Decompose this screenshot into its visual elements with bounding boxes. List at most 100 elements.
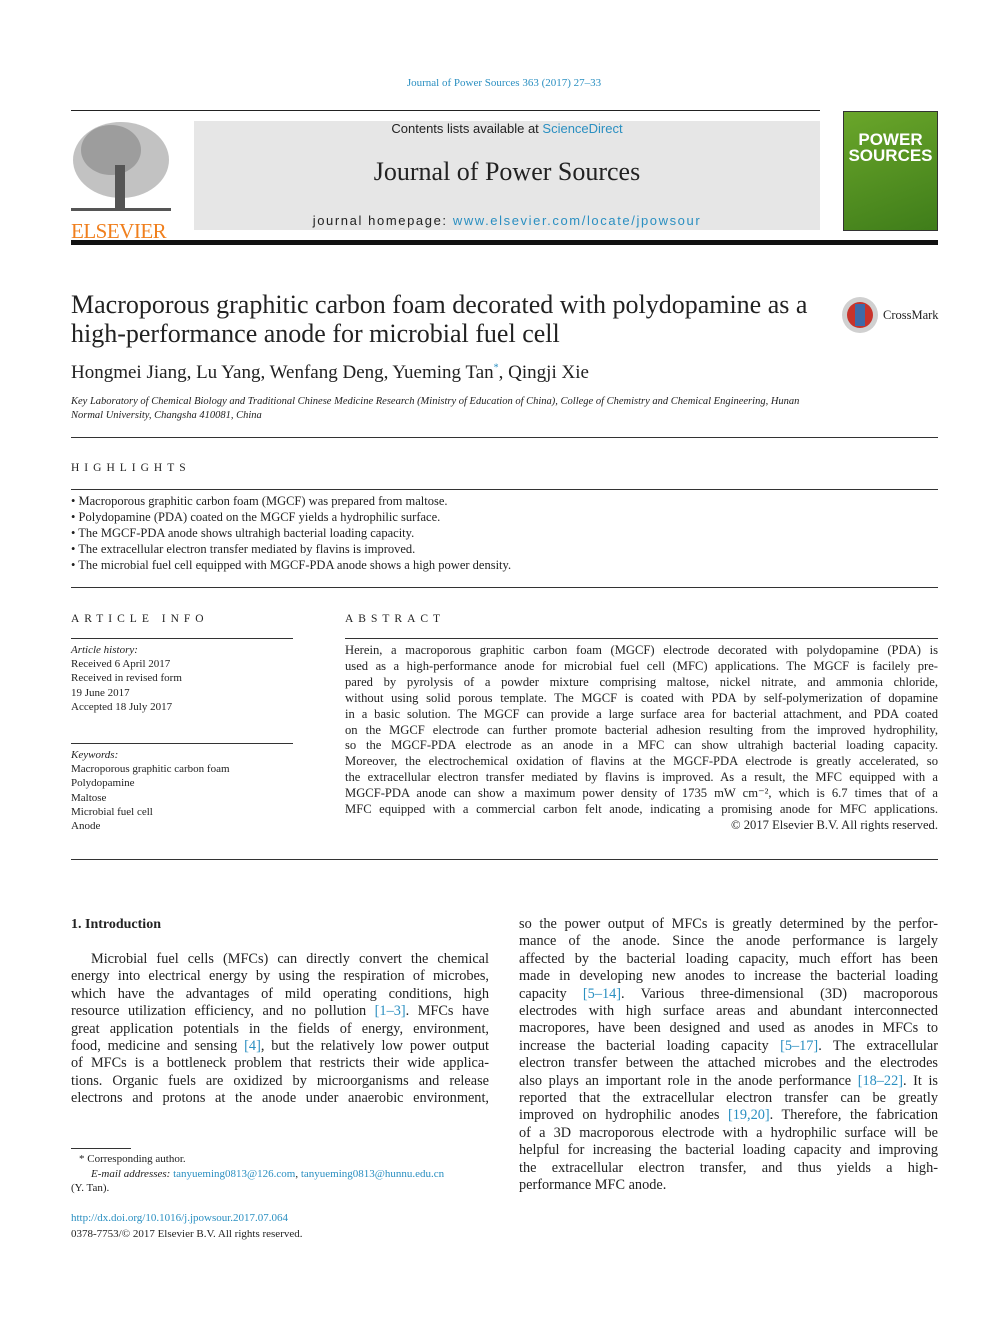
- author-initials: (Y. Tan).: [71, 1182, 110, 1194]
- highlight-item: • Polydopamine (PDA) coated on the MGCF …: [71, 510, 441, 524]
- history-item: 19 June 2017: [71, 686, 130, 699]
- sciencedirect-link[interactable]: ScienceDirect: [542, 121, 622, 136]
- contents-label: Contents lists available at: [391, 121, 543, 136]
- text-line: tions. Organic fuels are oxidized by mic…: [71, 1072, 489, 1089]
- text-line: so the MGCF-PDA electrode as an anode in…: [345, 738, 938, 753]
- divider: [71, 859, 938, 860]
- divider: [71, 110, 820, 111]
- abstract-copyright: © 2017 Elsevier B.V. All rights reserved…: [731, 817, 938, 832]
- citation-link[interactable]: [5–14]: [583, 986, 621, 1002]
- keywords: Keywords: Macroporous graphitic carbon f…: [71, 748, 230, 833]
- intro-left-column: Microbial fuel cells (MFCs) can directly…: [71, 951, 489, 1108]
- text-line: improved on hydrophilic anodes [19,20]. …: [519, 1107, 938, 1124]
- highlight-text: The extracellular electron transfer medi…: [78, 542, 416, 556]
- text-line: made in developing new anodes to increas…: [519, 968, 938, 985]
- text-line: great application potentials in the fiel…: [71, 1020, 489, 1037]
- text-line: which have the advantages of mild operat…: [71, 985, 489, 1002]
- text-line: capacity [5–14]. Various three-dimension…: [519, 985, 938, 1002]
- text-line: of MFCs is a bottleneck problem that res…: [71, 1055, 489, 1072]
- text-line: mance of the anode. Since the anode perf…: [519, 933, 938, 950]
- text-line: MGCF-PDA anode can show a maximum power …: [345, 786, 938, 801]
- text-line: macropores, have been designed and used …: [519, 1020, 938, 1037]
- history-item: Received 6 April 2017: [71, 658, 171, 671]
- intro-right-column: so the power output of MFCs is greatly d…: [519, 916, 938, 1195]
- history-label: Article history:: [71, 644, 138, 656]
- text-line: without using solid porous template. The…: [345, 690, 938, 705]
- journal-masthead: Contents lists available at ScienceDirec…: [194, 121, 820, 230]
- text-line: Herein, a macroporous graphitic carbon f…: [345, 643, 938, 657]
- footnote-rule: [71, 1148, 131, 1149]
- highlight-item: • The extracellular electron transfer me…: [71, 542, 416, 556]
- highlight-item: • The microbial fuel cell equipped with …: [71, 558, 512, 572]
- crossmark-button[interactable]: CrossMark: [841, 296, 939, 334]
- text-line: on the MGCF electrode can further promot…: [345, 722, 938, 737]
- divider: [71, 638, 293, 639]
- text-line: affected by the bacterial loading capaci…: [519, 950, 938, 967]
- text-line: also plays an important role in the anod…: [519, 1072, 938, 1089]
- highlight-text: Polydopamine (PDA) coated on the MGCF yi…: [78, 510, 441, 524]
- text-line: reported that the extracellular electron…: [519, 1090, 938, 1107]
- elsevier-logo: ELSEVIER: [71, 120, 171, 242]
- citation-link[interactable]: [4]: [244, 1038, 261, 1054]
- text-line: increase the bacterial loading capacity …: [519, 1037, 938, 1054]
- text-line: resource utilization efficiency, and no …: [71, 1003, 490, 1020]
- authors: Hongmei Jiang, Lu Yang, Wenfang Deng, Yu…: [71, 362, 494, 383]
- keyword: Macroporous graphitic carbon foam: [71, 763, 230, 776]
- citation-link[interactable]: [5–17]: [780, 1038, 818, 1054]
- text-line: pared by pyrolysis of a powder mixture c…: [345, 674, 938, 689]
- highlight-text: Macroporous graphitic carbon foam (MGCF)…: [78, 494, 448, 508]
- keyword: Anode: [71, 820, 101, 833]
- highlight-text: The microbial fuel cell equipped with MG…: [78, 558, 512, 572]
- text-line: helpful for increasing the bacterial loa…: [519, 1142, 938, 1159]
- divider: [71, 587, 938, 588]
- email-link[interactable]: tanyueming0813@126.com: [173, 1168, 295, 1180]
- header-rule: [71, 240, 938, 245]
- article-title: Macroporous graphitic carbon foam decora…: [71, 290, 808, 348]
- corresponding-author-note: * Corresponding author.: [79, 1153, 186, 1165]
- abstract-heading: ABSTRACT: [345, 613, 446, 625]
- text-line: performance MFC anode.: [519, 1177, 667, 1194]
- tree-logo-icon: [71, 122, 171, 211]
- keyword: Microbial fuel cell: [71, 805, 153, 818]
- doi-link[interactable]: http://dx.doi.org/10.1016/j.jpowsour.201…: [71, 1211, 303, 1227]
- doi-block: http://dx.doi.org/10.1016/j.jpowsour.201…: [71, 1211, 303, 1242]
- affiliation: Key Laboratory of Chemical Biology and T…: [71, 396, 800, 421]
- contents-line: Contents lists available at ScienceDirec…: [194, 121, 820, 136]
- crossmark-icon: [842, 297, 878, 333]
- citation-link[interactable]: [18–22]: [858, 1073, 903, 1089]
- divider: [71, 489, 938, 490]
- keyword: Polydopamine: [71, 777, 135, 790]
- highlights-list: • Macroporous graphitic carbon foam (MGC…: [71, 493, 511, 573]
- highlights-heading: HIGHLIGHTS: [71, 462, 191, 474]
- homepage-link[interactable]: www.elsevier.com/locate/jpowsour: [453, 213, 701, 228]
- citation-link[interactable]: [1–3]: [375, 1003, 406, 1019]
- text-line: electrons and protons at the anode under…: [71, 1090, 489, 1107]
- text-line: energy into electrical energy by using t…: [71, 968, 489, 985]
- email-link[interactable]: tanyueming0813@hunnu.edu.cn: [301, 1168, 444, 1180]
- highlight-text: The MGCF-PDA anode shows ultrahigh bacte…: [78, 526, 415, 540]
- text-line: MFC equipped with a commercial carbon fe…: [345, 802, 938, 817]
- text-line: electron transfer between the attached m…: [519, 1055, 938, 1072]
- article-info-heading: ARTICLE INFO: [71, 613, 209, 625]
- text-line: the extracellular electron transfer, and…: [519, 1159, 938, 1176]
- text-line: the extracellular electron transfer medi…: [345, 770, 938, 785]
- text-line: electrodes with high surface areas and a…: [519, 1003, 938, 1020]
- author-list: Hongmei Jiang, Lu Yang, Wenfang Deng, Yu…: [71, 362, 589, 384]
- text-line: in a basic solution. The MGCF can provid…: [345, 706, 938, 721]
- text-line: food, medicine and sensing [4], but the …: [71, 1038, 489, 1055]
- citation-link[interactable]: [19,20]: [728, 1107, 770, 1123]
- text-line: so the power output of MFCs is greatly d…: [519, 916, 938, 932]
- keyword: Maltose: [71, 791, 107, 804]
- elsevier-wordmark: ELSEVIER: [71, 219, 167, 243]
- text-line: of a 3D macroporous electrode with a hyd…: [519, 1124, 938, 1141]
- homepage-label: journal homepage:: [312, 213, 453, 228]
- journal-citation-link[interactable]: Journal of Power Sources 363 (2017) 27–3…: [0, 77, 992, 89]
- keywords-label: Keywords:: [71, 749, 119, 761]
- introduction-heading: 1. Introduction: [71, 917, 161, 932]
- highlight-item: • Macroporous graphitic carbon foam (MGC…: [71, 494, 448, 508]
- journal-title: Journal of Power Sources: [373, 157, 641, 186]
- email-label: E-mail addresses:: [91, 1167, 171, 1180]
- footnote: * Corresponding author. E-mail addresses…: [71, 1153, 445, 1194]
- history-item: Received in revised form: [71, 672, 182, 685]
- article-history: Article history: Received 6 April 2017 R…: [71, 643, 182, 714]
